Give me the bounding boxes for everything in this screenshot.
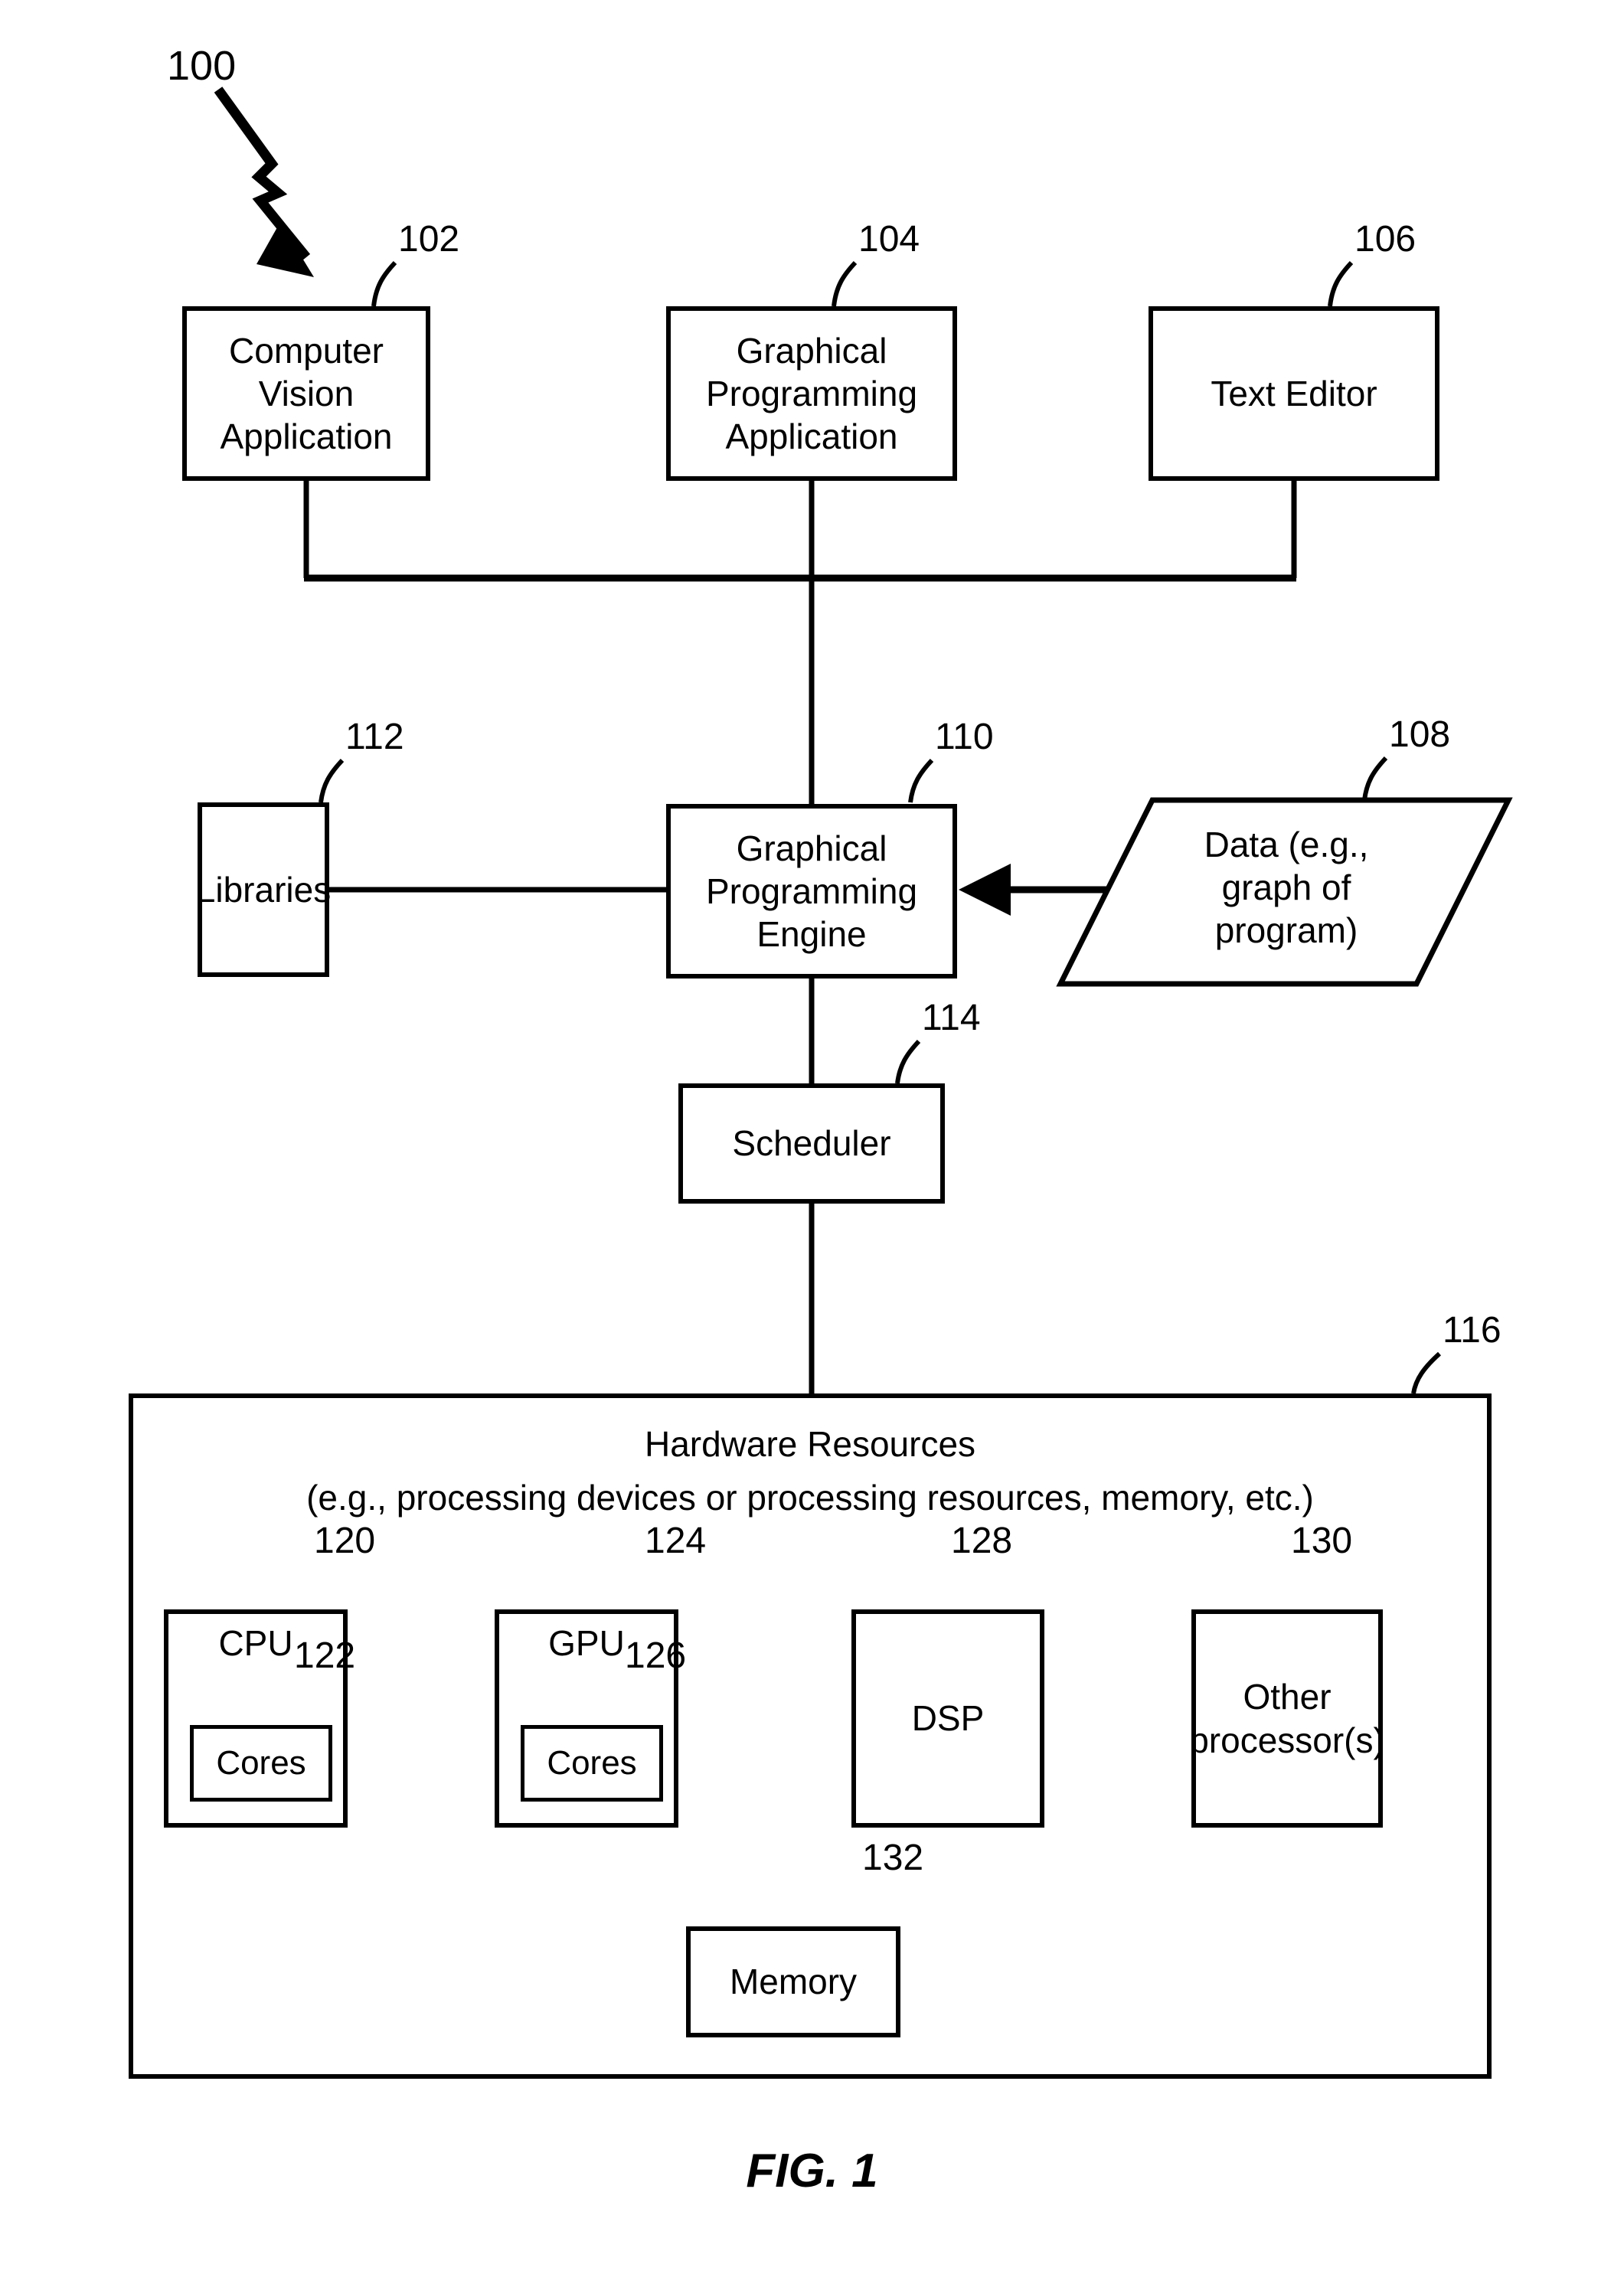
system-leader-line [214,87,311,261]
hardware-resources-box[interactable]: Hardware Resources (e.g., processing dev… [129,1393,1492,2079]
data-line1: Data (e.g., [1204,825,1369,864]
dsp-box[interactable]: DSP [851,1609,1044,1828]
leader-114 [895,1039,921,1084]
leader-116 [1411,1351,1442,1394]
data-line3: program) [1214,910,1358,951]
ref-122: 122 [294,1635,356,1676]
gpu-cores-box[interactable]: Cores [521,1725,663,1802]
leader-110 [908,758,934,803]
leader-104 [832,260,858,307]
graphical-programming-application-box[interactable]: Graphical Programming Application [666,306,957,481]
computer-vision-application-line1: Computer [229,330,384,371]
graphical-programming-engine-box[interactable]: Graphical Programming Engine [666,804,957,979]
ref-130: 130 [1291,1521,1353,1561]
gpu-cores-label: Cores [547,1744,637,1782]
cpu-cores-box[interactable]: Cores [190,1725,332,1802]
figure-caption: FIG. 1 [746,2145,878,2197]
hardware-resources-subtitle: (e.g., processing devices or processing … [306,1478,1314,1518]
graphical-programming-engine-line3: Engine [756,914,867,955]
scheduler-box[interactable]: Scheduler [678,1083,945,1204]
leader-106 [1328,260,1354,307]
ref-104: 104 [858,219,920,260]
cpu-cores-label: Cores [216,1744,306,1782]
text-editor-box[interactable]: Text Editor [1149,306,1439,481]
ref-112: 112 [345,717,404,757]
graphical-programming-application-line3: Application [725,417,898,457]
data-arrowhead [959,864,1011,916]
data-line2: graph of [1221,867,1351,908]
memory-label: Memory [729,1962,858,2002]
graphical-programming-engine-line1: Graphical [736,828,887,868]
ref-102: 102 [398,219,460,260]
data-parallelogram-label: Data (e.g., graph of program) [1149,823,1424,952]
graphical-programming-application-line2: Programming [705,373,918,413]
leader-112 [319,758,345,803]
ref-116: 116 [1443,1310,1501,1351]
dsp-label: DSP [911,1698,985,1739]
other-processors-line1: Other [1243,1677,1332,1717]
ref-114: 114 [922,998,981,1038]
memory-box[interactable]: Memory [686,1926,900,2037]
ref-108: 108 [1389,714,1451,755]
ref-110: 110 [935,717,994,757]
hardware-resources-title: Hardware Resources [644,1424,976,1464]
ref-126: 126 [625,1635,687,1676]
patent-figure-1: 102 104 106 112 110 108 114 116 120 122 … [0,0,1624,2287]
scheduler-label: Scheduler [732,1123,891,1164]
other-processors-box[interactable]: Other processor(s) [1189,1609,1385,1828]
ref-106: 106 [1354,219,1417,260]
leader-102 [371,260,397,307]
computer-vision-application-line3: Application [220,417,393,457]
other-processors-line2: processor(s) [1189,1720,1385,1760]
libraries-box[interactable]: Libraries [195,802,332,977]
ref-120: 120 [314,1521,376,1561]
text-editor-label: Text Editor [1211,373,1377,413]
ref-128: 128 [951,1521,1013,1561]
computer-vision-application-box[interactable]: Computer Vision Application [182,306,430,481]
ref-124: 124 [645,1521,707,1561]
libraries-label: Libraries [195,869,332,910]
graphical-programming-application-line1: Graphical [736,330,887,371]
ref-100: 100 [167,43,237,89]
leader-108 [1362,756,1388,801]
computer-vision-application-line2: Vision [258,373,355,413]
ref-132: 132 [862,1838,924,1878]
graphical-programming-engine-line2: Programming [705,871,918,911]
